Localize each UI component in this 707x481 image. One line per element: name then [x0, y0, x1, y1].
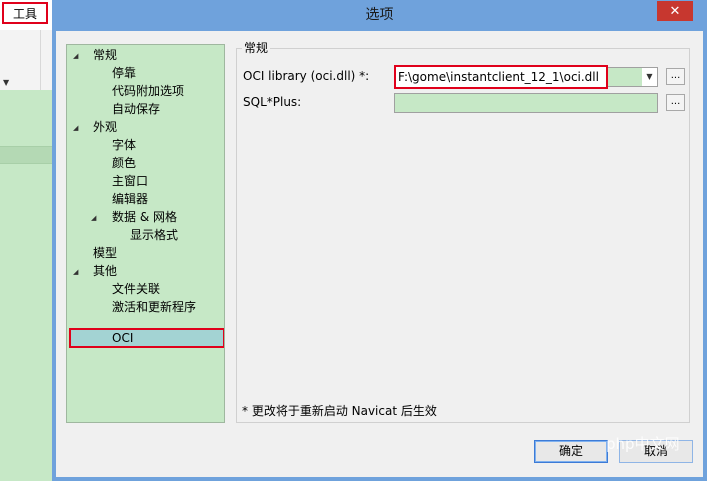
oci-library-label: OCI library (oci.dll) *:: [243, 69, 370, 83]
tree-item-font[interactable]: 字体: [112, 136, 136, 154]
tree-item-activation-update[interactable]: 激活和更新程序: [112, 298, 196, 316]
expand-icon[interactable]: ◢: [91, 209, 101, 227]
watermark-logo: php中文网: [606, 433, 680, 454]
tree-item-docking[interactable]: 停靠: [112, 64, 136, 82]
ok-button[interactable]: 确定: [534, 440, 608, 463]
chevron-down-icon[interactable]: ▼: [3, 78, 9, 87]
tree-item-data-grid[interactable]: 数据 & 网格: [112, 208, 177, 226]
expand-icon[interactable]: ◢: [73, 47, 83, 65]
tree-item-editor[interactable]: 编辑器: [112, 190, 148, 208]
tree-item-autosave[interactable]: 自动保存: [112, 100, 160, 118]
tree-item-display-format[interactable]: 显示格式: [130, 226, 178, 244]
dialog-client: ◢ 常规 停靠 代码附加选项 自动保存 ◢ 外观 字体 颜色 主窗口 编辑器 ◢…: [56, 31, 703, 477]
chevron-down-icon[interactable]: ▼: [642, 68, 657, 86]
tree-item-oci[interactable]: OCI: [112, 329, 133, 347]
tree-item-main-window[interactable]: 主窗口: [112, 172, 148, 190]
close-button[interactable]: ✕: [657, 1, 693, 21]
options-tree: ◢ 常规 停靠 代码附加选项 自动保存 ◢ 外观 字体 颜色 主窗口 编辑器 ◢…: [66, 44, 225, 423]
oci-library-input[interactable]: F:\gome\instantclient_12_1\oci.dll: [394, 65, 608, 89]
dialog-titlebar[interactable]: 选项 ✕: [52, 0, 707, 31]
sqlplus-label: SQL*Plus:: [243, 95, 302, 109]
toolbar-divider: [40, 30, 41, 90]
dialog-title: 选项: [365, 7, 394, 23]
app-content-area: [0, 90, 52, 481]
expand-icon[interactable]: ◢: [73, 119, 83, 137]
options-dialog: 选项 ✕ ◢ 常规 停靠 代码附加选项 自动保存 ◢ 外观 字体 颜色 主窗口 …: [52, 0, 707, 481]
tree-item-other[interactable]: 其他: [93, 262, 117, 280]
oci-browse-button[interactable]: ...: [666, 68, 685, 85]
tree-item-model[interactable]: 模型: [93, 244, 117, 262]
tree-selection-highlight: [69, 328, 224, 348]
tree-item-color[interactable]: 颜色: [112, 154, 136, 172]
expand-icon[interactable]: ◢: [73, 263, 83, 281]
app-row-band: [0, 146, 52, 164]
watermark-suffix: 中文网: [634, 435, 680, 453]
restart-note: * 更改将于重新启动 Navicat 后生效: [242, 404, 437, 418]
tree-item-appearance[interactable]: 外观: [93, 118, 117, 136]
tree-item-code-append[interactable]: 代码附加选项: [112, 82, 184, 100]
sqlplus-browse-button[interactable]: ...: [666, 94, 685, 111]
app-menubar: 工具: [0, 0, 52, 30]
app-toolbar: ▼: [0, 30, 52, 91]
close-icon: ✕: [669, 3, 681, 19]
tree-item-general[interactable]: 常规: [93, 46, 117, 64]
sqlplus-input[interactable]: [394, 93, 658, 113]
group-legend: 常规: [242, 39, 271, 56]
tree-item-file-association[interactable]: 文件关联: [112, 280, 160, 298]
watermark-brand: php: [606, 435, 635, 453]
menu-tools[interactable]: 工具: [2, 2, 48, 24]
